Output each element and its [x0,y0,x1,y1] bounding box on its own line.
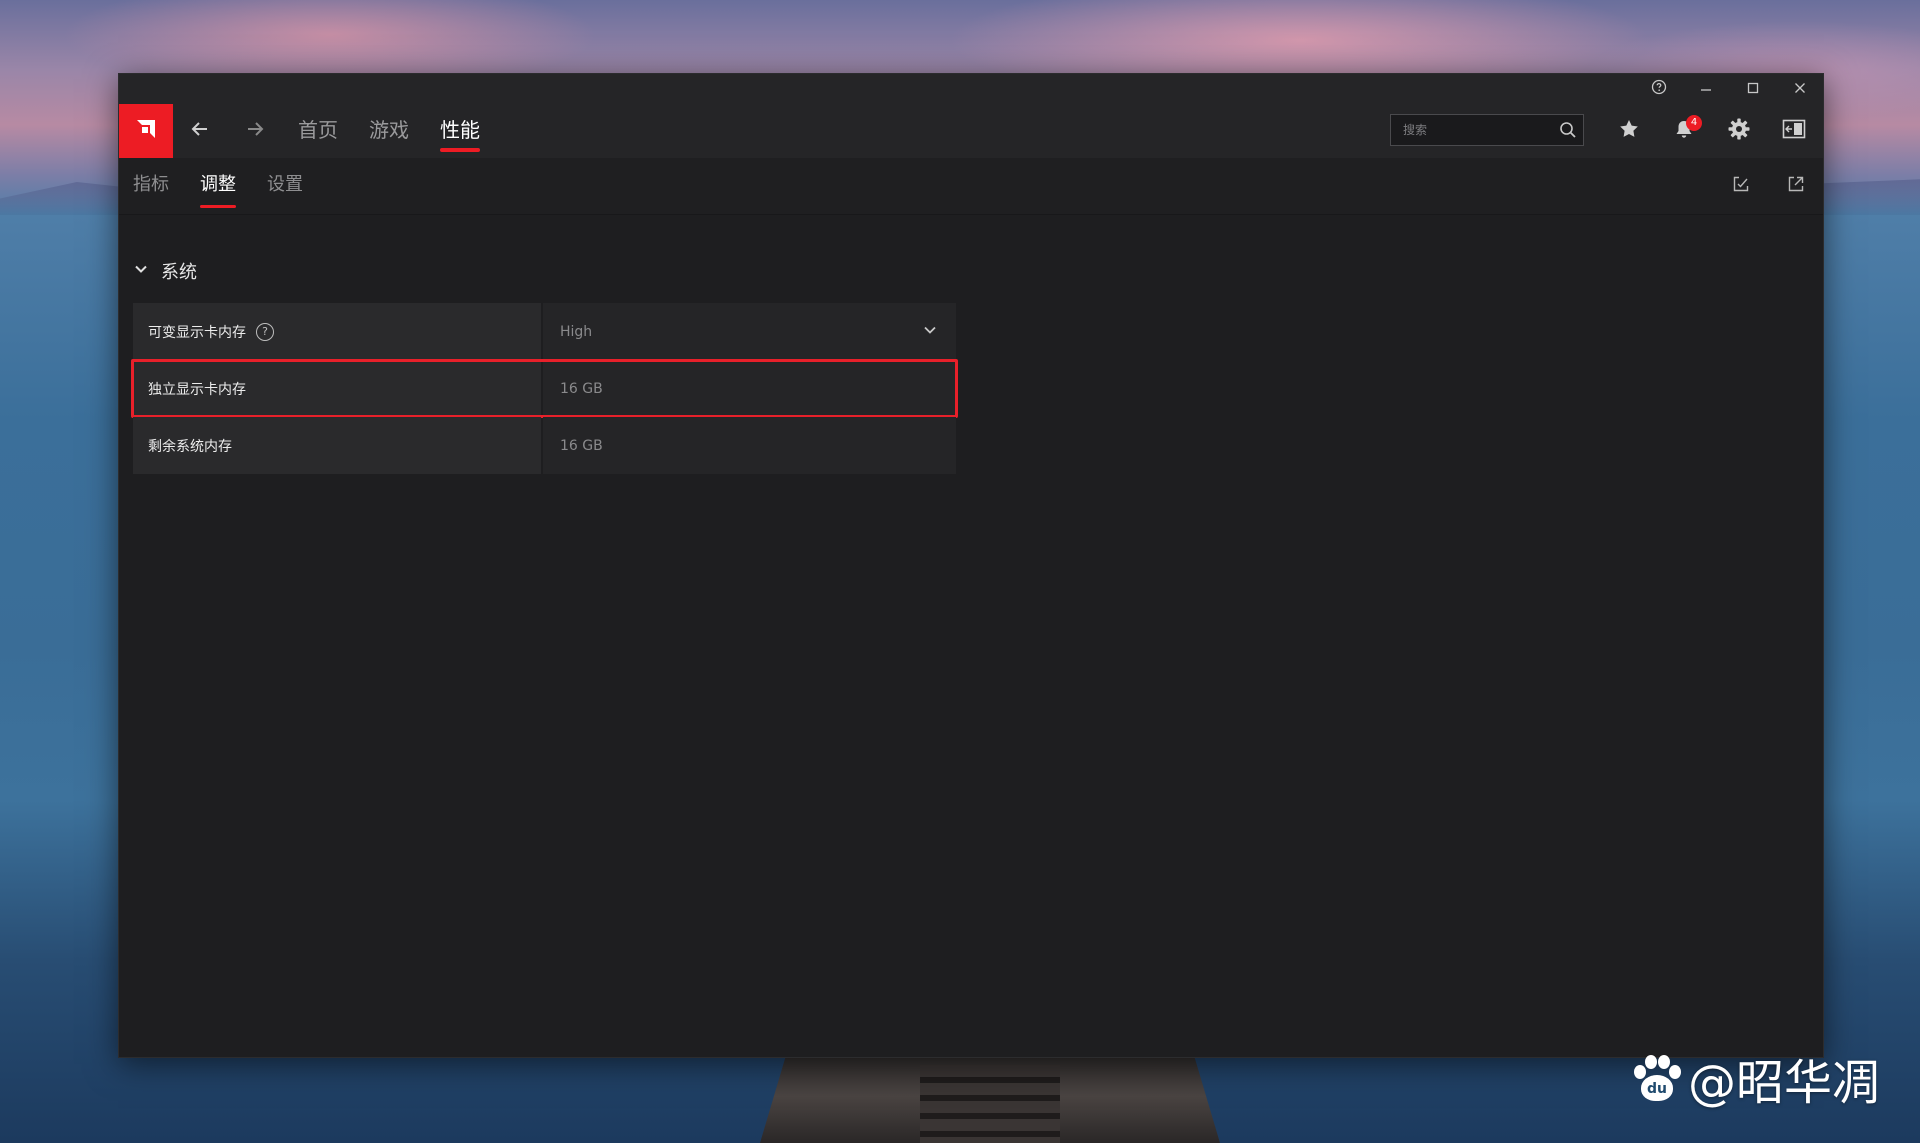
setting-value: 16 GB [543,417,956,474]
search-box[interactable] [1390,114,1584,146]
sidebar-panel-icon [1782,118,1806,144]
tab-performance[interactable]: 性能 [440,112,480,152]
setting-label-text: 独立显示卡内存 [148,381,246,398]
help-circle-icon [1651,79,1667,99]
favorites-button[interactable] [1612,114,1646,148]
gear-icon [1727,117,1751,145]
search-icon[interactable] [1553,115,1583,145]
setting-label-text: 剩余系统内存 [148,438,232,455]
minimize-button[interactable] [1682,74,1729,104]
amd-logo[interactable] [119,104,173,158]
help-button[interactable] [1635,74,1682,104]
setting-row-variable-graphics-memory: 可变显示卡内存 ? High [133,303,956,360]
chevron-down-icon [133,261,149,282]
watermark-logo-text: du [1641,1075,1673,1101]
setting-label-text: 可变显示卡内存 [148,324,246,341]
maximize-icon [1746,80,1760,99]
section-title: 系统 [161,262,197,283]
title-bar: 首页 游戏 性能 4 [119,74,1823,158]
dropdown-selected-value: High [560,323,593,340]
tab-home[interactable]: 首页 [298,112,338,152]
notification-badge: 4 [1686,115,1702,131]
tab-tuning[interactable]: 调整 [200,168,236,208]
arrow-left-icon [189,118,211,144]
maximize-button[interactable] [1729,74,1776,104]
variable-graphics-memory-dropdown[interactable]: High [543,303,956,360]
app-window: 首页 游戏 性能 4 [118,73,1824,1058]
minimize-icon [1699,80,1713,99]
setting-row-remaining-system-memory: 剩余系统内存 16 GB [133,417,956,474]
chevron-down-icon [922,322,938,342]
watermark-text: @昭华凋 [1688,1055,1881,1111]
import-profile-button[interactable] [1726,171,1756,201]
export-icon [1787,175,1805,197]
star-icon [1618,118,1640,144]
background-pier [760,1050,1220,1143]
setting-label: 独立显示卡内存 [133,360,541,417]
setting-row-dedicated-graphics-memory: 独立显示卡内存 16 GB [131,359,958,418]
export-profile-button[interactable] [1781,171,1811,201]
question-mark-icon[interactable]: ? [256,322,274,341]
setting-label: 剩余系统内存 [133,417,541,474]
sub-navigation: 指标 调整 设置 [119,158,1823,215]
setting-value: 16 GB [543,360,956,417]
amd-arrow-icon [133,116,159,146]
sidebar-toggle-button[interactable] [1777,114,1811,148]
setting-value-text: 16 GB [560,437,603,454]
close-icon [1793,80,1807,99]
notifications-button[interactable]: 4 [1667,114,1702,148]
setting-label: 可变显示卡内存 ? [133,303,541,360]
forward-button[interactable] [238,114,272,148]
system-settings-panel: 可变显示卡内存 ? High 独立显示卡内存 16 GB 剩余系统内存 16 G… [131,303,958,474]
section-system-toggle[interactable]: 系统 [133,256,197,286]
tab-settings[interactable]: 设置 [267,168,303,208]
baidu-paw-icon: du [1632,1053,1682,1103]
arrow-right-icon [244,118,266,144]
tab-metrics[interactable]: 指标 [133,168,169,208]
tab-games[interactable]: 游戏 [369,112,409,152]
close-button[interactable] [1776,74,1823,104]
watermark: du @昭华凋 [1632,1048,1880,1111]
setting-value-text: 16 GB [560,380,603,397]
import-icon [1732,175,1750,197]
back-button[interactable] [183,114,217,148]
window-controls [1635,74,1823,104]
settings-button[interactable] [1722,114,1756,148]
search-input[interactable] [1391,122,1553,138]
